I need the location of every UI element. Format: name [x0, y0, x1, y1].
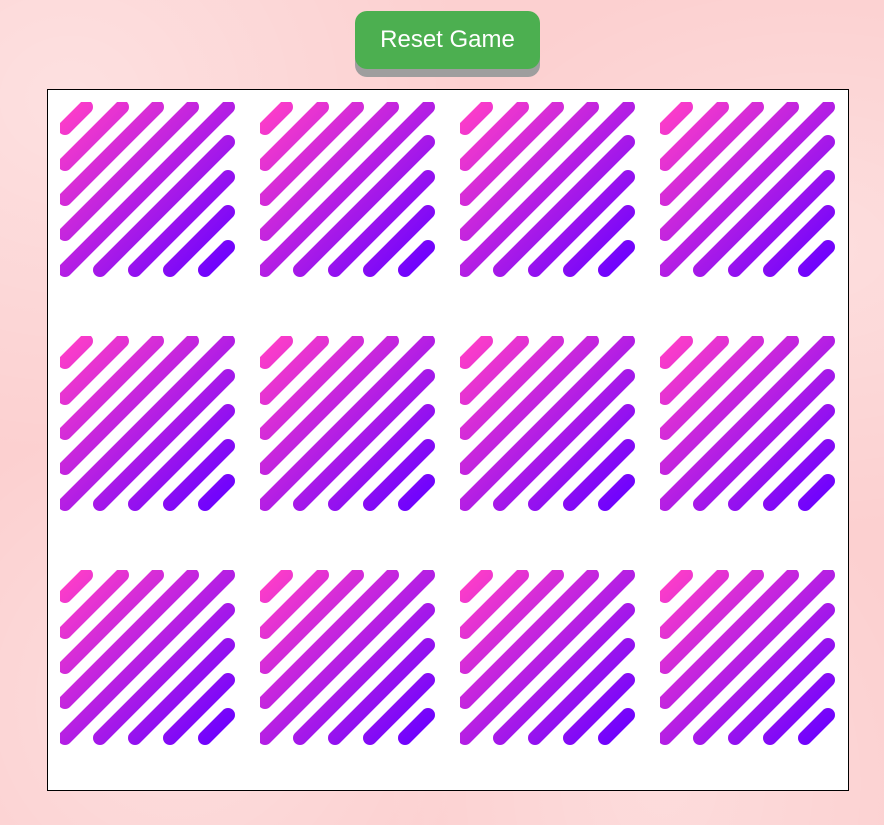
card-stripe — [60, 102, 93, 135]
memory-card[interactable] — [460, 570, 636, 746]
game-board — [47, 89, 849, 791]
card-stripe — [598, 240, 635, 277]
memory-card[interactable] — [660, 570, 836, 746]
memory-card[interactable] — [460, 336, 636, 512]
card-stripe — [660, 570, 693, 603]
card-back-pattern — [460, 102, 635, 277]
card-stripe — [798, 240, 835, 277]
card-stripe — [660, 102, 693, 135]
card-stripe — [260, 102, 293, 135]
card-stripe — [598, 474, 635, 511]
card-stripe — [60, 570, 93, 603]
card-back-pattern — [260, 570, 435, 745]
reset-game-button[interactable]: Reset Game — [355, 11, 540, 69]
card-stripe — [798, 474, 835, 511]
memory-card[interactable] — [60, 336, 236, 512]
memory-card[interactable] — [260, 102, 436, 278]
memory-card[interactable] — [660, 336, 836, 512]
card-back-pattern — [660, 336, 835, 511]
card-back-pattern — [260, 336, 435, 511]
card-stripe — [60, 336, 93, 369]
card-back-pattern — [460, 336, 635, 511]
card-stripe — [398, 708, 435, 745]
card-stripe — [460, 570, 493, 603]
card-back-pattern — [660, 570, 835, 745]
card-back-pattern — [260, 102, 435, 277]
card-stripe — [460, 102, 493, 135]
memory-card[interactable] — [260, 570, 436, 746]
memory-card[interactable] — [60, 570, 236, 746]
card-stripe — [260, 570, 293, 603]
card-stripe — [198, 240, 235, 277]
card-back-pattern — [60, 336, 235, 511]
card-stripe — [598, 708, 635, 745]
card-stripe — [198, 474, 235, 511]
memory-card[interactable] — [460, 102, 636, 278]
card-back-pattern — [60, 570, 235, 745]
card-back-pattern — [460, 570, 635, 745]
memory-card[interactable] — [260, 336, 436, 512]
card-back-pattern — [660, 102, 835, 277]
memory-card[interactable] — [660, 102, 836, 278]
card-stripe — [660, 336, 693, 369]
memory-card[interactable] — [60, 102, 236, 278]
card-stripe — [398, 240, 435, 277]
card-stripe — [398, 474, 435, 511]
card-stripe — [798, 708, 835, 745]
card-stripe — [460, 336, 493, 369]
card-stripe — [260, 336, 293, 369]
card-back-pattern — [60, 102, 235, 277]
card-stripe — [198, 708, 235, 745]
